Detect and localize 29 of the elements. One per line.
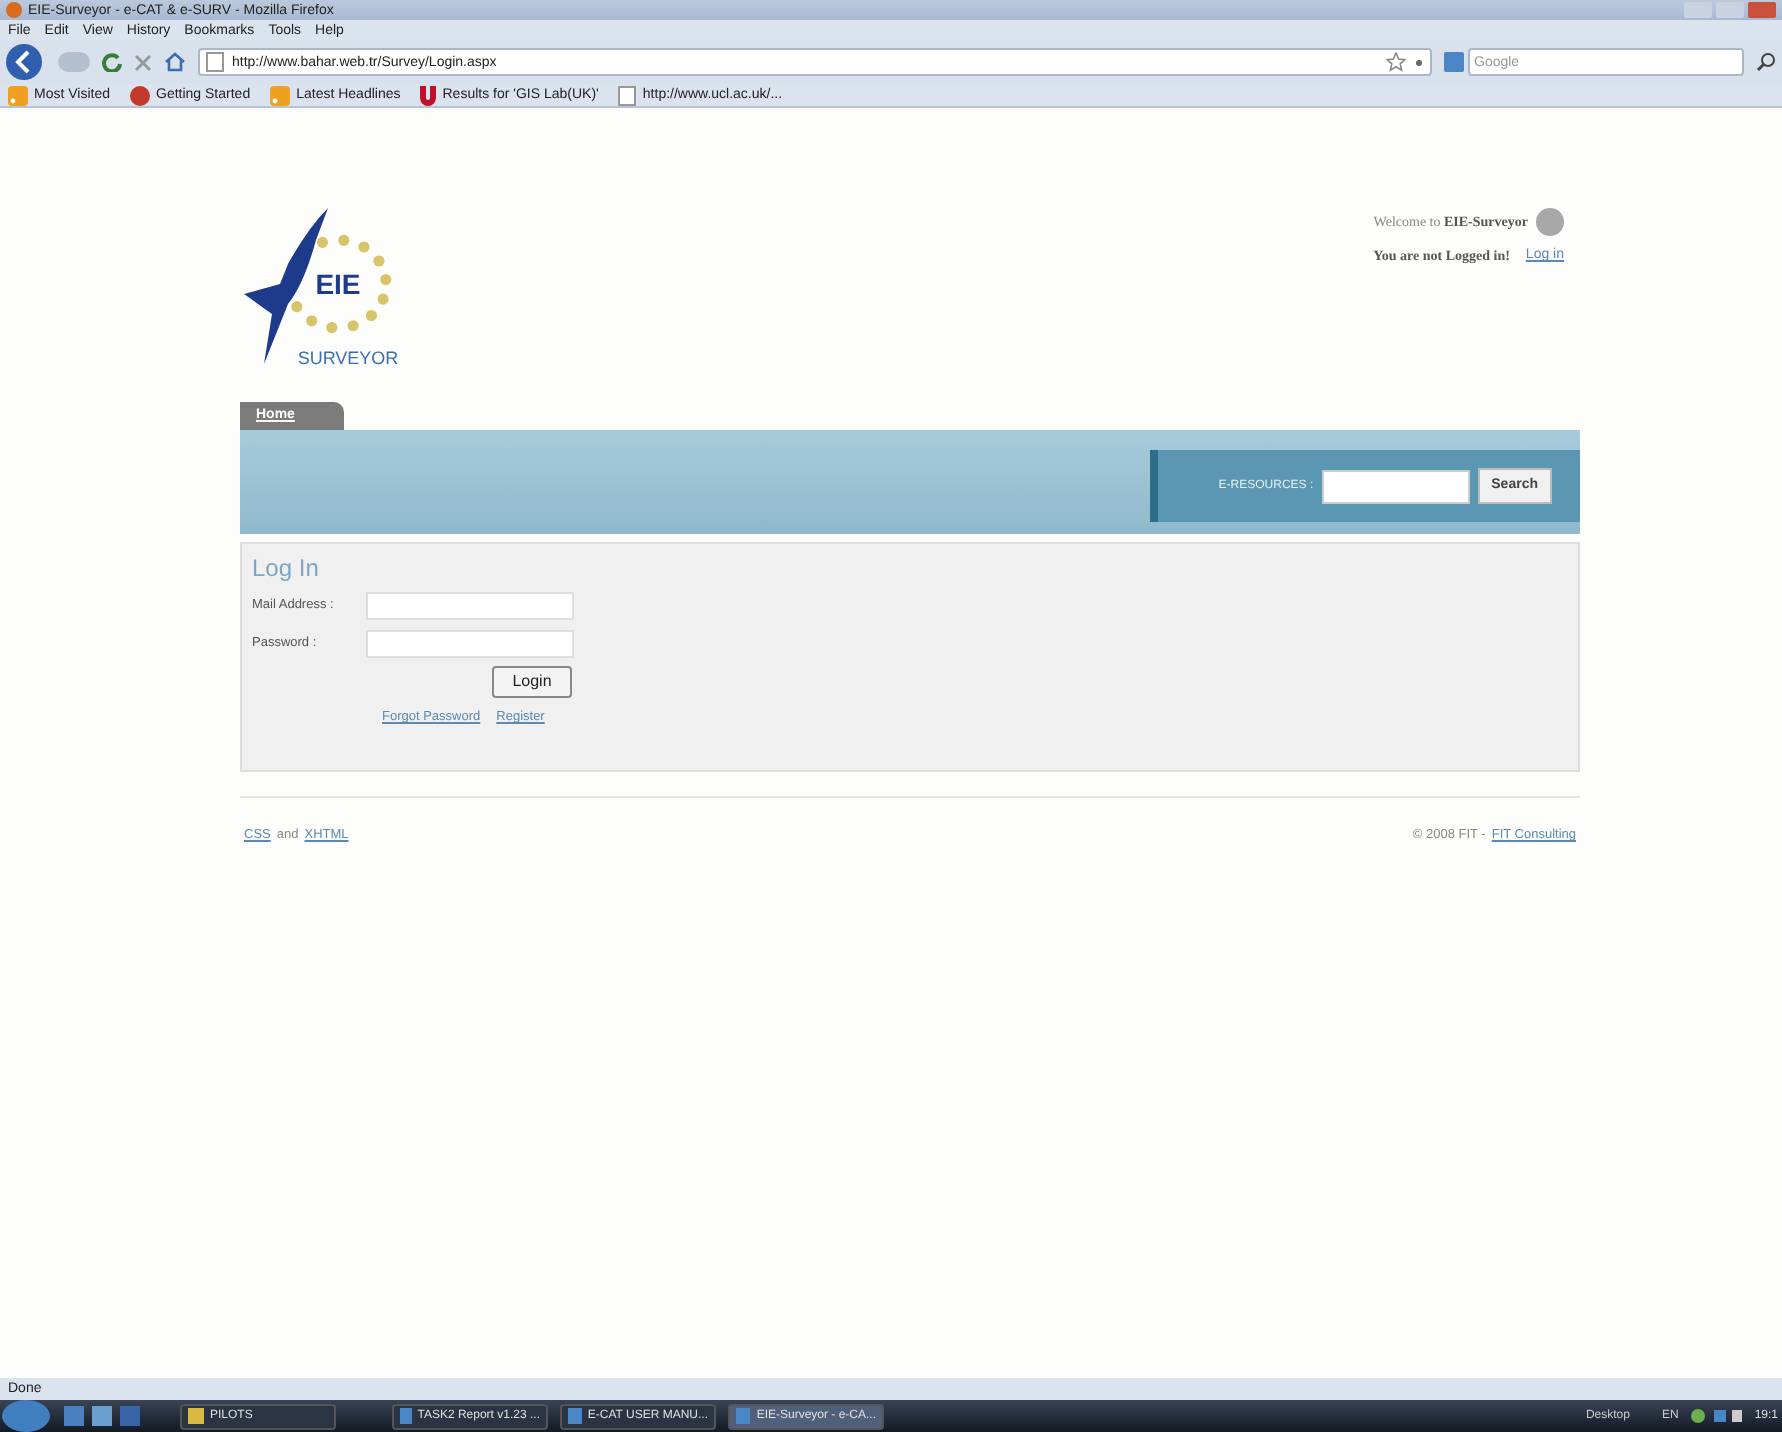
- page-icon: [206, 52, 224, 72]
- input-field[interactable]: [366, 592, 574, 620]
- stop-icon[interactable]: [134, 53, 152, 71]
- logo-drawing: EIE SURVEYOR: [228, 204, 438, 374]
- user-icon: [1536, 208, 1564, 236]
- resources-field[interactable]: [1321, 469, 1470, 503]
- minimize-icon: [1684, 2, 1712, 18]
- quick-launch-icon[interactable]: [64, 1406, 144, 1426]
- close-icon: [1748, 2, 1776, 18]
- window-icon: [188, 1408, 204, 1424]
- tray-icon: [1690, 1408, 1743, 1424]
- search-icon[interactable]: [1756, 52, 1776, 72]
- home-icon[interactable]: [164, 52, 186, 72]
- feed-icon: [270, 85, 291, 105]
- feed-icon: [8, 85, 28, 105]
- window-icon: [400, 1408, 412, 1424]
- login-button[interactable]: Login: [492, 666, 572, 698]
- input-field[interactable]: [366, 630, 574, 658]
- login-title: Log In: [252, 556, 321, 580]
- star-icon[interactable]: [1386, 52, 1406, 72]
- back-icon[interactable]: [6, 44, 46, 80]
- window-icon: [736, 1408, 751, 1424]
- start-icon[interactable]: [0, 1400, 52, 1432]
- dropdown-icon[interactable]: [1414, 57, 1424, 67]
- page-icon: [618, 85, 637, 105]
- reload-icon[interactable]: [102, 52, 122, 72]
- magnet-icon: [420, 85, 437, 105]
- maximize-icon: [1716, 2, 1744, 18]
- window-icon: [568, 1408, 582, 1424]
